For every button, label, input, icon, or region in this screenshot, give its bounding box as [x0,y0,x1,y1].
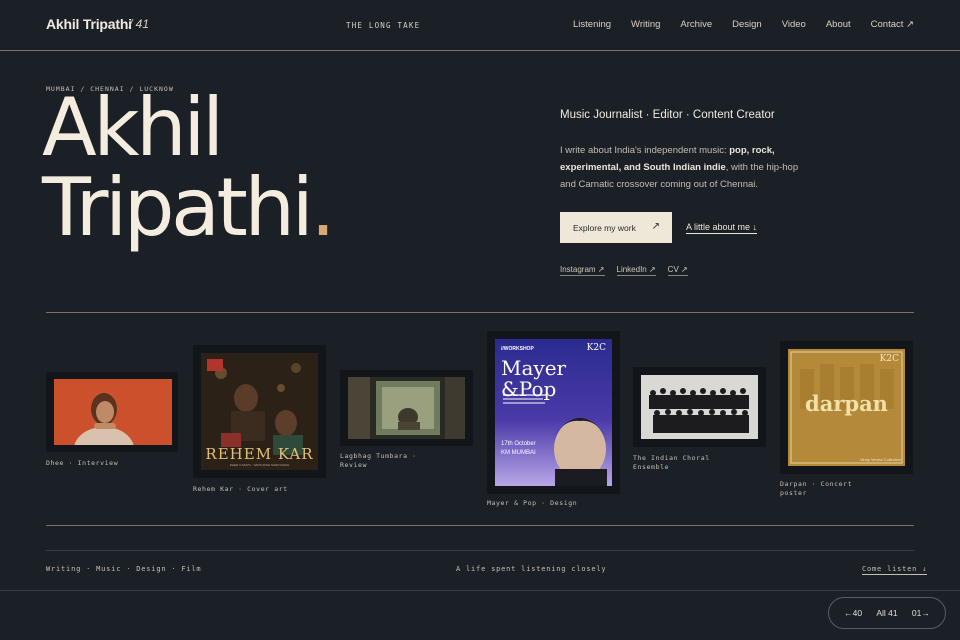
gallery-card-darpan[interactable]: K2C darpan Vinay Verma Collective [780,341,913,474]
explore-work-label: Explore my work [573,222,636,233]
site-tagline: THE LONG TAKE [346,21,421,30]
darpan-art-title: darpan [805,391,888,416]
darpan-logo: K2C [879,354,899,364]
nav-archive[interactable]: Archive [680,19,712,30]
caption-choral-line1: The Indian Choral [633,454,710,462]
choral-ensemble-photo [641,375,758,439]
footer-categories: Writing · Music · Design · Film [46,565,202,573]
divider [46,525,914,526]
gallery-card-mayer-pop[interactable]: //WORKSHOP K2C Mayer &Pop 17th October K… [487,331,620,494]
all-pages-link[interactable]: All 41 [876,608,897,618]
caption-mayer-pop: Mayer & Pop · Design [487,499,578,507]
caption-dhee: Dhee · Interview [46,459,119,467]
title-dot: . [310,161,335,254]
main-nav: Listening Writing Archive Design Video A… [573,19,914,30]
prev-page-link[interactable]: ←40 [844,608,862,618]
next-page-link[interactable]: 01→ [912,608,930,618]
linkedin-link[interactable]: LinkedIn ↗ [616,265,656,276]
nav-listening[interactable]: Listening [573,19,611,30]
page-title: Akhil Tripathi. [42,88,336,248]
caption-choral-ensemble: The Indian Choral Ensemble [633,454,710,472]
mayer-pop-logo: K2C [586,343,606,353]
mayer-pop-tag: //WORKSHOP [501,346,534,352]
nav-video[interactable]: Video [782,19,806,30]
issue-number: / 41 [129,17,150,31]
gallery-card-lagbhag-tumbara[interactable] [340,370,473,446]
rehem-kar-art-sub: DHEE X ARIVU · SANTHOSH NARAYANAN [229,463,290,467]
dhee-photo [54,379,172,445]
title-last-name: Tripathi [42,161,314,254]
nav-design[interactable]: Design [732,19,762,30]
gallery-card-rehem-kar[interactable]: REHEM KAR DHEE X ARIVU · SANTHOSH NARAYA… [193,345,326,478]
nav-contact[interactable]: Contact ↗ [871,19,914,30]
gallery-card-dhee[interactable] [46,372,178,452]
bio-part-1: I write about India's independent music: [560,145,730,156]
instagram-link[interactable]: Instagram ↗ [560,265,605,276]
bio-text: I write about India's independent music:… [560,142,805,193]
divider [46,312,914,313]
caption-darpan: Darpan · Concert poster [780,480,852,498]
nav-about[interactable]: About [826,19,851,30]
caption-lagbhag-line2: Review [340,461,368,469]
footer-motto: A life spent listening closely [456,565,607,573]
lagbhag-tumbara-photo [348,377,465,439]
mayer-pop-title: Mayer &Pop [501,358,566,400]
role-line: Music Journalist · Editor · Content Crea… [560,109,775,121]
caption-lagbhag-line1: Lagbhag Tumbara · [340,452,417,460]
about-link[interactable]: A little about me ↓ [686,222,758,234]
arrow-up-right-icon: ↗ [651,221,660,232]
caption-choral-line2: Ensemble [633,463,670,471]
caption-rehem-kar: Rehem Kar · Cover art [193,485,288,493]
caption-darpan-line2: poster [780,489,808,497]
mayer-pop-venue: KM MUMBAI [501,450,536,456]
rehem-kar-art-title: REHEM KAR [205,445,314,463]
mayer-pop-title-2: &Pop [501,377,557,401]
explore-work-button[interactable]: Explore my work ↗ [560,212,672,243]
brand-name[interactable]: Akhil Tripathi [46,16,132,32]
caption-lagbhag-tumbara: Lagbhag Tumbara · Review [340,452,417,470]
darpan-art-sub: Vinay Verma Collective [859,457,901,462]
footer-divider [0,590,960,591]
page-pager: ←40 All 41 01→ [828,597,946,629]
social-links: Instagram ↗ LinkedIn ↗ CV ↗ [560,265,688,276]
caption-darpan-line1: Darpan · Concert [780,480,853,488]
site-header: Akhil Tripathi / 41 THE LONG TAKE Listen… [0,0,960,51]
divider [46,550,914,551]
nav-writing[interactable]: Writing [631,19,660,30]
mayer-pop-date: 17th October [501,441,536,447]
cv-link[interactable]: CV ↗ [667,265,688,276]
gallery-card-choral-ensemble[interactable] [633,367,766,447]
come-listen-link[interactable]: Come listen ↓ [862,565,928,575]
